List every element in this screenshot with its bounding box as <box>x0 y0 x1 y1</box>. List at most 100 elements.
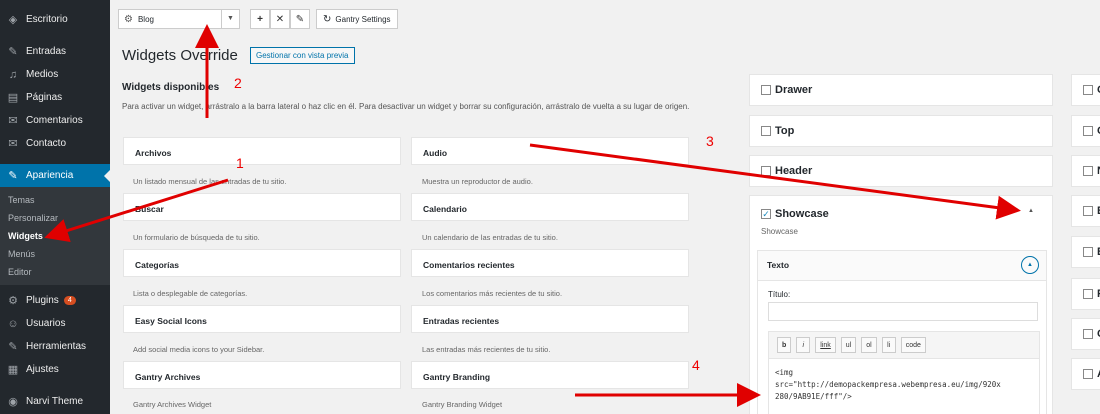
dashboard-icon: ◈ <box>8 13 18 26</box>
quicktags-toolbar: b i link ul ol li code <box>769 332 1039 359</box>
collapse-toggle-icon[interactable]: ▲ <box>1021 256 1039 274</box>
gantry-settings-button[interactable]: ↻ Gantry Settings <box>316 9 398 29</box>
submenu-temas[interactable]: Temas <box>0 191 110 209</box>
showcase-header[interactable]: ✓ Showcase <box>750 196 1052 220</box>
menu-label: Ajustes <box>26 364 59 375</box>
widget-buscar[interactable]: Buscar <box>123 193 401 221</box>
far-area[interactable]: B <box>1071 195 1100 227</box>
title-field-label: Título: <box>768 290 791 299</box>
widget-gantry-archives[interactable]: Gantry Archives <box>123 361 401 389</box>
collapse-arrow-icon[interactable]: ▲ <box>1028 208 1034 214</box>
text-editor[interactable]: b i link ul ol li code <img src="http://… <box>768 331 1040 414</box>
area-checkbox[interactable] <box>761 85 771 95</box>
chevron-down-icon[interactable]: ▼ <box>221 10 239 28</box>
widget-description: Muestra un reproductor de audio. <box>422 177 533 186</box>
far-area[interactable]: C <box>1071 318 1100 350</box>
menu-item-usuarios[interactable]: ☺ Usuarios <box>0 312 110 335</box>
qt-bold-button[interactable]: b <box>777 337 792 353</box>
comment-icon: ✉ <box>8 114 18 127</box>
annotation-number-1: 1 <box>236 155 244 171</box>
area-name: Drawer <box>775 84 813 96</box>
widget-entradas-recientes[interactable]: Entradas recientes <box>411 305 689 333</box>
widget-comentarios-recientes[interactable]: Comentarios recientes <box>411 249 689 277</box>
far-area[interactable]: E <box>1071 236 1100 268</box>
users-icon: ☺ <box>7 317 19 330</box>
title-field[interactable] <box>768 302 1038 321</box>
qt-code-button[interactable]: code <box>900 337 926 353</box>
widget-description: Un formulario de búsqueda de tu sitio. <box>133 233 260 242</box>
delete-override-button[interactable]: ✕ <box>270 9 290 29</box>
gear-icon: ⚙ <box>124 13 133 25</box>
area-checkbox[interactable] <box>1083 369 1093 379</box>
far-area[interactable]: F <box>1071 278 1100 310</box>
widget-description: Lista o desplegable de categorías. <box>133 289 248 298</box>
annotation-number-4: 4 <box>692 357 700 373</box>
qt-ul-button[interactable]: ul <box>840 337 857 353</box>
area-name: Top <box>775 125 795 137</box>
area-checkbox[interactable] <box>761 166 771 176</box>
area-checkbox[interactable] <box>1083 126 1093 136</box>
menu-item-comentarios[interactable]: ✉ Comentarios <box>0 109 110 132</box>
area-checkbox[interactable] <box>1083 85 1093 95</box>
area-checkbox[interactable] <box>1083 329 1093 339</box>
menu-item-entradas[interactable]: ✎ Entradas <box>0 40 110 63</box>
menu-label: Herramientas <box>26 341 87 352</box>
menu-item-apariencia[interactable]: ✎ Apariencia <box>0 164 110 187</box>
qt-link-button[interactable]: link <box>815 337 836 353</box>
qt-ol-button[interactable]: ol <box>861 337 877 353</box>
menu-item-escritorio[interactable]: ◈ Escritorio <box>0 8 110 31</box>
widget-description: Gantry Archives Widget <box>133 400 212 409</box>
widget-categorias[interactable]: Categorías <box>123 249 401 277</box>
widget-audio[interactable]: Audio <box>411 137 689 165</box>
menu-item-medios[interactable]: ♫ Medios <box>0 63 110 86</box>
add-override-button[interactable]: + <box>250 9 270 29</box>
widget-calendario[interactable]: Calendario <box>411 193 689 221</box>
far-area[interactable]: C <box>1071 115 1100 147</box>
menu-label: Páginas <box>26 92 63 103</box>
qt-italic-button[interactable]: i <box>796 337 811 353</box>
menu-label: Entradas <box>26 46 67 57</box>
contact-icon: ✉ <box>8 137 18 150</box>
submenu-menus[interactable]: Menús <box>0 245 110 263</box>
menu-item-herramientas[interactable]: ✎ Herramientas <box>0 335 110 358</box>
widget-gantry-branding[interactable]: Gantry Branding <box>411 361 689 389</box>
area-header[interactable]: Header <box>749 155 1053 187</box>
widget-title: Texto <box>767 260 790 270</box>
area-top[interactable]: Top <box>749 115 1053 147</box>
menu-label: Comentarios <box>26 115 83 126</box>
manage-preview-button[interactable]: Gestionar con vista previa <box>250 47 355 64</box>
menu-item-contacto[interactable]: ✉ Contacto <box>0 132 110 155</box>
menu-item-plugins[interactable]: ⚙ Plugins 4 <box>0 289 110 312</box>
far-area[interactable]: G <box>1071 74 1100 106</box>
media-icon: ♫ <box>8 68 18 81</box>
editor-content[interactable]: <img src="http://demopackempresa.webempr… <box>769 359 1039 403</box>
available-widgets-description: Para activar un widget, arrástralo a la … <box>122 102 690 111</box>
menu-item-ajustes[interactable]: ▦ Ajustes <box>0 358 110 381</box>
override-select[interactable]: ⚙ Blog ▼ <box>118 9 240 29</box>
menu-item-narvi-theme[interactable]: ◉ Narvi Theme <box>0 390 110 413</box>
menu-label: Medios <box>26 69 59 80</box>
submenu-personalizar[interactable]: Personalizar <box>0 209 110 227</box>
far-area[interactable]: N <box>1071 155 1100 187</box>
area-checkbox[interactable] <box>1083 289 1093 299</box>
widget-easy-social-icons[interactable]: Easy Social Icons <box>123 305 401 333</box>
qt-li-button[interactable]: li <box>881 337 896 353</box>
area-checkbox[interactable] <box>1083 166 1093 176</box>
area-drawer[interactable]: Drawer <box>749 74 1053 106</box>
submenu-editor[interactable]: Editor <box>0 263 110 281</box>
area-checkbox[interactable] <box>1083 247 1093 257</box>
menu-item-paginas[interactable]: ▤ Páginas <box>0 86 110 109</box>
checkbox-checked-icon[interactable]: ✓ <box>761 209 771 219</box>
refresh-icon: ↻ <box>323 13 332 25</box>
area-checkbox[interactable] <box>761 126 771 136</box>
area-checkbox[interactable] <box>1083 206 1093 216</box>
menu-label: Narvi Theme <box>26 396 84 407</box>
area-showcase: ✓ Showcase ▲ Showcase Texto ▲ Título: b i… <box>749 195 1053 414</box>
submenu-widgets[interactable]: Widgets <box>0 227 110 245</box>
texto-widget-header[interactable]: Texto ▲ <box>758 251 1046 281</box>
far-area[interactable]: A <box>1071 358 1100 390</box>
annotation-number-2: 2 <box>234 75 242 91</box>
edit-override-button[interactable]: ✎ <box>290 9 310 29</box>
update-count-badge: 4 <box>63 296 76 305</box>
widget-archivos[interactable]: Archivos <box>123 137 401 165</box>
